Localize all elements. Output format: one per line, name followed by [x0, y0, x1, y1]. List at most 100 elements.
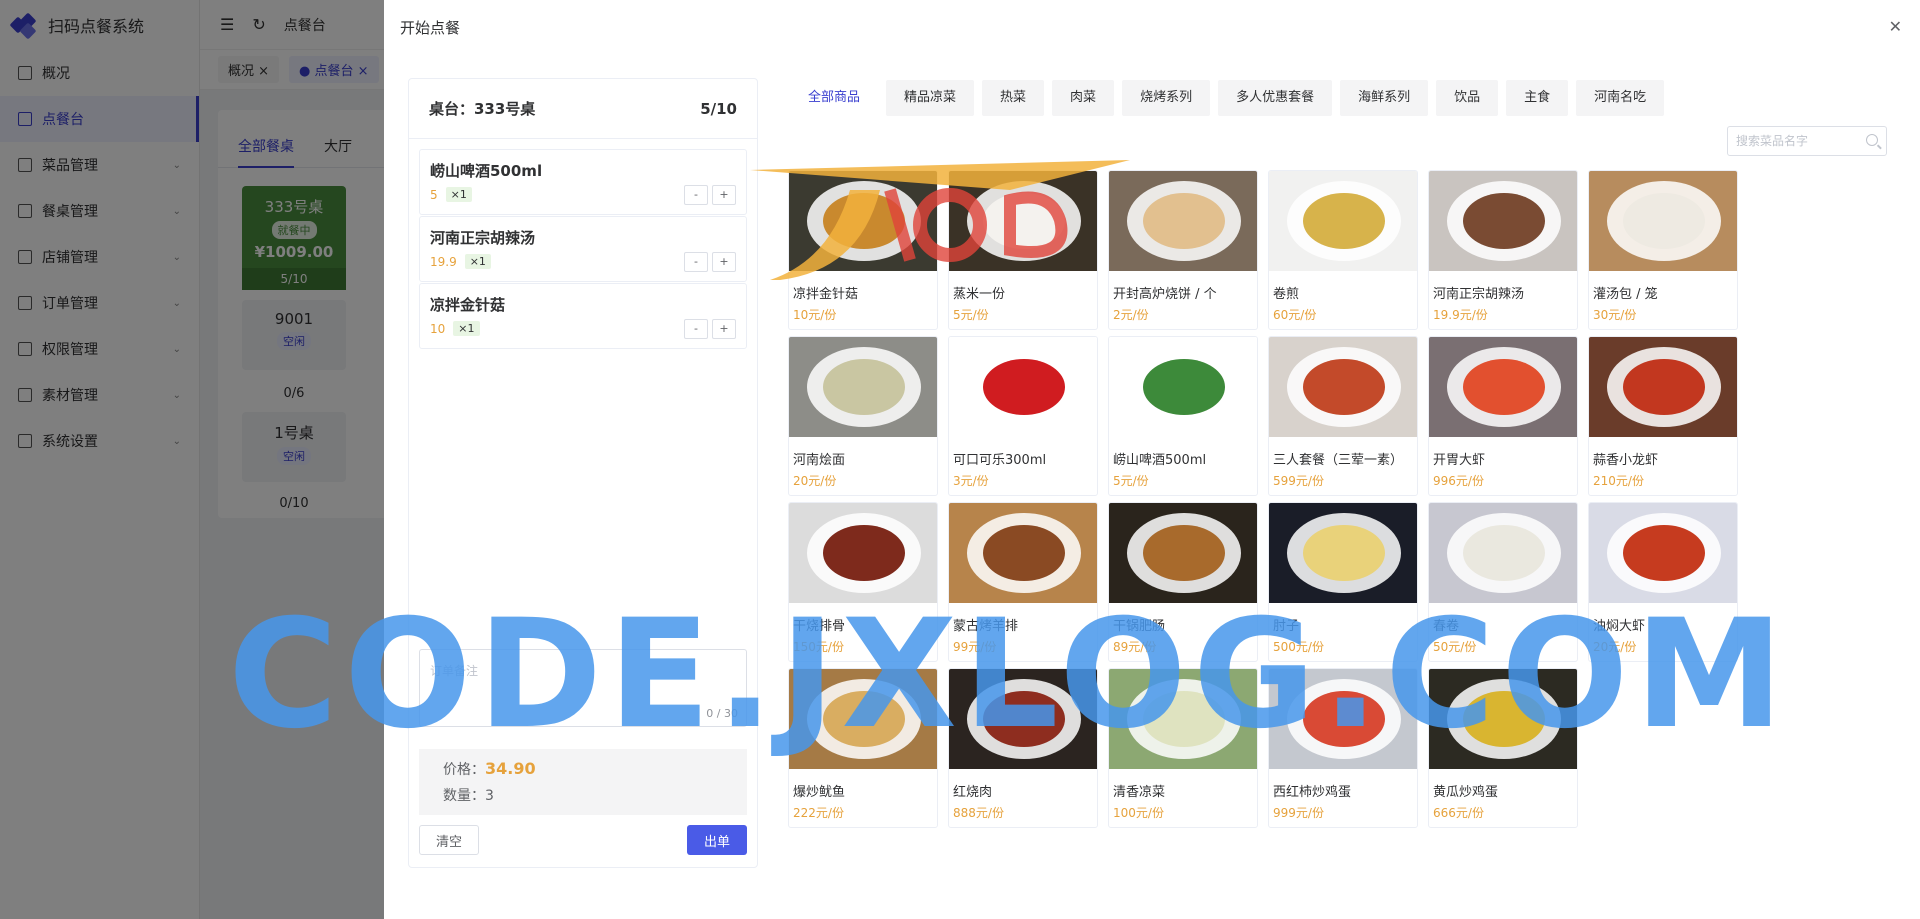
dish-name: 河南正宗胡辣汤 [1433, 287, 1525, 302]
price-value: 34.90 [485, 759, 536, 778]
dish-image [789, 337, 937, 437]
dish-card[interactable]: 河南烩面 20元/份 [788, 336, 938, 496]
dish-card[interactable]: 崂山啤酒500ml 5元/份 [1108, 336, 1258, 496]
dish-card[interactable]: 油焖大虾 20元/份 [1588, 502, 1738, 662]
dish-card[interactable]: 蒸米一份 5元/份 [948, 170, 1098, 330]
category-tab[interactable]: 肉菜 [1052, 80, 1115, 116]
category-tab[interactable]: 全部商品 [790, 80, 879, 116]
dish-card[interactable]: 可口可乐300ml 3元/份 [948, 336, 1098, 496]
dish-image [1429, 503, 1577, 603]
dish-card[interactable]: 黄瓜炒鸡蛋 666元/份 [1428, 668, 1578, 828]
category-tab[interactable]: 饮品 [1436, 80, 1499, 116]
dish-image [1109, 337, 1257, 437]
dish-price: 99元/份 [953, 640, 997, 654]
dish-card[interactable]: 蒜香小龙虾 210元/份 [1588, 336, 1738, 496]
increase-button[interactable]: + [712, 185, 736, 205]
order-item: 河南正宗胡辣汤 19.9 ×1 - + [419, 216, 747, 282]
dish-price: 20元/份 [793, 474, 837, 488]
dish-card[interactable]: 清香凉菜 100元/份 [1108, 668, 1258, 828]
dish-image [1589, 171, 1737, 271]
dish-image [1109, 171, 1257, 271]
dish-name: 崂山啤酒500ml [1113, 453, 1207, 468]
category-tab[interactable]: 河南名吃 [1576, 80, 1665, 116]
order-item-name: 凉拌金针菇 [430, 296, 506, 314]
order-header: 桌台：333号桌 5/10 [409, 79, 757, 139]
dish-name: 黄瓜炒鸡蛋 [1433, 785, 1499, 800]
dish-card[interactable]: 凉拌金针菇 10元/份 [788, 170, 938, 330]
dish-name: 开胃大虾 [1433, 453, 1486, 468]
remark-input[interactable] [420, 650, 746, 726]
dish-name: 红烧肉 [953, 785, 993, 800]
dish-card[interactable]: 干烧排骨 150元/份 [788, 502, 938, 662]
dish-name: 卷煎 [1273, 287, 1300, 302]
count-value: 3 [485, 788, 494, 804]
dish-name: 春卷 [1433, 619, 1460, 634]
drawer-header: 开始点餐 ✕ [384, 0, 1920, 54]
dish-card[interactable]: 三人套餐（三荤一素） 599元/份 [1268, 336, 1418, 496]
dish-price: 20元/份 [1593, 640, 1637, 654]
increase-button[interactable]: + [712, 319, 736, 339]
dish-image [1109, 669, 1257, 769]
dish-card[interactable]: 爆炒鱿鱼 222元/份 [788, 668, 938, 828]
dish-price: 3元/份 [953, 474, 989, 488]
dish-price: 999元/份 [1273, 806, 1324, 820]
dish-image [1429, 337, 1577, 437]
dish-price: 888元/份 [953, 806, 1004, 820]
occupancy: 5/10 [700, 99, 737, 118]
dish-price: 50元/份 [1433, 640, 1477, 654]
dish-price: 30元/份 [1593, 308, 1637, 322]
dish-name: 干烧排骨 [793, 619, 846, 634]
dish-card[interactable]: 红烧肉 888元/份 [948, 668, 1098, 828]
category-tab[interactable]: 海鲜系列 [1340, 80, 1429, 116]
search-input[interactable] [1736, 134, 1856, 148]
search-icon[interactable] [1866, 134, 1878, 146]
dish-grid: 凉拌金针菇 10元/份 蒸米一份 5元/份 开封高炉烧饼 / 个 2元/份 卷煎 60元/份河… [788, 170, 1738, 828]
dish-price: 210元/份 [1593, 474, 1644, 488]
dish-card[interactable]: 开胃大虾 996元/份 [1428, 336, 1578, 496]
order-actions: 清空 出单 [419, 825, 747, 855]
dish-image [949, 503, 1097, 603]
increase-button[interactable]: + [712, 252, 736, 272]
dish-name: 河南烩面 [793, 453, 846, 468]
submit-order-button[interactable]: 出单 [687, 825, 747, 855]
dish-image [949, 669, 1097, 769]
dish-price: 60元/份 [1273, 308, 1317, 322]
close-icon[interactable]: ✕ [1889, 17, 1902, 36]
dish-card[interactable]: 卷煎 60元/份 [1268, 170, 1418, 330]
dish-name: 蒸米一份 [953, 287, 1006, 302]
dish-card[interactable]: 开封高炉烧饼 / 个 2元/份 [1108, 170, 1258, 330]
dish-image [1429, 171, 1577, 271]
order-item-qty: ×1 [453, 321, 480, 336]
decrease-button[interactable]: - [684, 185, 708, 205]
dish-image [1589, 503, 1737, 603]
category-tab[interactable]: 主食 [1506, 80, 1569, 116]
category-tab[interactable]: 烧烤系列 [1122, 80, 1211, 116]
category-tab[interactable]: 热菜 [982, 80, 1045, 116]
dish-card[interactable]: 灌汤包 / 笼 30元/份 [1588, 170, 1738, 330]
dish-image [789, 503, 937, 603]
dish-image [1269, 503, 1417, 603]
order-item-name: 崂山啤酒500ml [430, 162, 543, 180]
dish-name: 凉拌金针菇 [793, 287, 859, 302]
category-tab[interactable]: 多人优惠套餐 [1218, 80, 1333, 116]
decrease-button[interactable]: - [684, 252, 708, 272]
dish-card[interactable]: 西红柿炒鸡蛋 999元/份 [1268, 668, 1418, 828]
dish-name: 爆炒鱿鱼 [793, 785, 846, 800]
dish-card[interactable]: 干锅肥肠 89元/份 [1108, 502, 1258, 662]
dish-price: 150元/份 [793, 640, 844, 654]
dish-card[interactable]: 河南正宗胡辣汤 19.9元/份 [1428, 170, 1578, 330]
dish-image [1269, 171, 1417, 271]
order-item-price: 5 [430, 187, 438, 202]
order-item-qty: ×1 [445, 187, 472, 202]
order-item-name: 河南正宗胡辣汤 [430, 229, 536, 247]
dish-card[interactable]: 肘子 500元/份 [1268, 502, 1418, 662]
dish-image [1269, 669, 1417, 769]
dish-card[interactable]: 蒙古烤羊排 99元/份 [948, 502, 1098, 662]
order-panel: 桌台：333号桌 5/10 崂山啤酒500ml 5 ×1- + 河南正宗胡辣汤 19.9 ×… [408, 78, 758, 868]
dish-price: 5元/份 [1113, 474, 1149, 488]
dish-card[interactable]: 春卷 50元/份 [1428, 502, 1578, 662]
dish-name: 可口可乐300ml [953, 453, 1047, 468]
clear-button[interactable]: 清空 [419, 825, 479, 855]
category-tab[interactable]: 精品凉菜 [886, 80, 975, 116]
decrease-button[interactable]: - [684, 319, 708, 339]
